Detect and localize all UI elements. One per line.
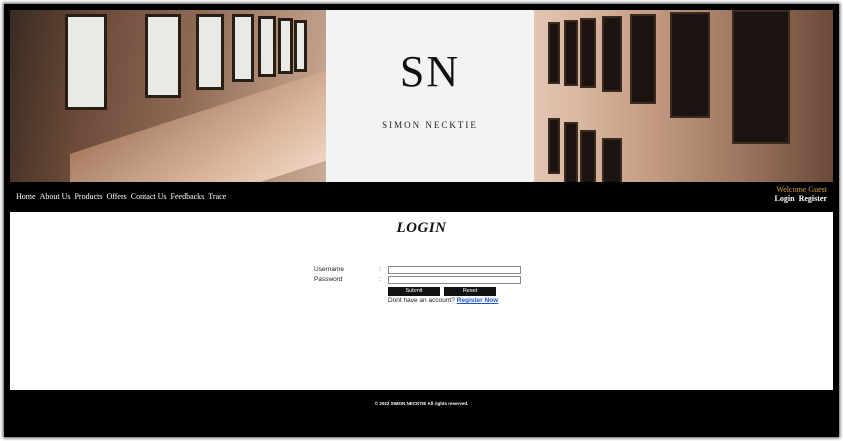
window [732,10,790,144]
login-link[interactable]: Login [775,194,795,203]
building-left-image [10,10,340,182]
welcome-text: Welcome Guest [776,185,827,194]
nav-bar: Home About Us Products Offers Contact Us Feed… [10,182,833,212]
username-input[interactable] [388,266,521,274]
window [548,22,560,84]
username-colon: : [379,266,381,273]
window [602,16,622,92]
password-label: Password [314,276,343,283]
page-title: LOGIN [396,220,447,236]
window [232,14,254,82]
window [278,18,293,74]
reset-button[interactable]: Reset [444,287,496,296]
window [294,20,307,72]
window [564,122,578,182]
window [145,14,181,98]
window [580,18,596,88]
username-label: Username [314,266,344,273]
nav-offers[interactable]: Offers [106,192,126,201]
copyright-text: © 2022 SIMON NECKTIE All rights reserved… [374,401,469,406]
register-prompt: Dont have an account? Register Now [388,297,498,304]
window [65,14,107,110]
nav-trace[interactable]: Trace [208,192,226,201]
window [602,138,622,182]
window [564,20,578,86]
window [548,118,560,174]
window [196,14,224,90]
nav-feedbacks[interactable]: Feedbacks [171,192,205,201]
password-colon: : [379,276,381,283]
nav-products[interactable]: Products [74,192,102,201]
nav-about-us[interactable]: About Us [40,192,71,201]
register-now-link[interactable]: Register Now [457,297,499,304]
page-frame: SN SIMON NECKTIE Home About Us Products Off… [4,4,839,437]
header-banner: SN SIMON NECKTIE [10,10,833,182]
nav-contact-us[interactable]: Contact Us [131,192,167,201]
window [670,12,710,118]
building-right-image [534,10,833,182]
window [258,16,276,77]
password-input[interactable] [388,276,521,284]
nav-home[interactable]: Home [16,192,36,201]
register-link[interactable]: Register [799,194,827,203]
submit-button[interactable]: Submit [388,287,440,296]
window [580,130,596,182]
footer: © 2022 SIMON NECKTIE All rights reserved… [10,390,833,431]
auth-links: Login Register [771,194,827,203]
window [630,14,656,104]
no-account-text: Dont have an account? [388,297,455,304]
brand-name: SIMON NECKTIE [382,120,478,130]
logo-monogram[interactable]: SN [326,46,534,97]
page: SN SIMON NECKTIE Home About Us Products Off… [10,10,833,431]
main-nav: Home About Us Products Offers Contact Us Feed… [16,192,230,201]
